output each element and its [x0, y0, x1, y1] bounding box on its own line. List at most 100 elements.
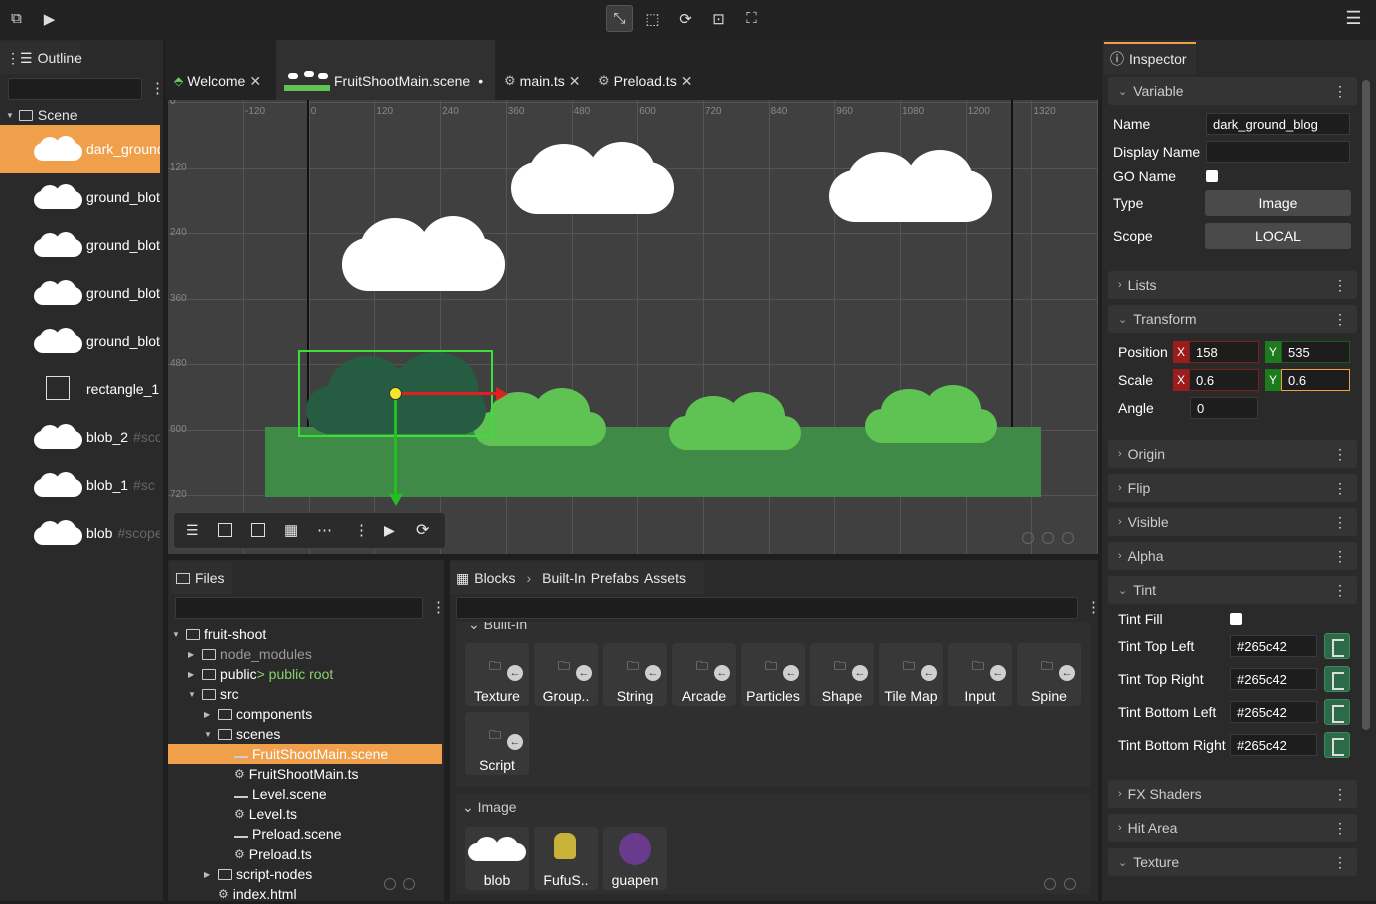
tint-fill-checkbox[interactable] — [1230, 613, 1242, 625]
files-search-input[interactable] — [175, 597, 423, 619]
expand-arrow-icon[interactable]: ▼ — [172, 630, 182, 639]
file-tree-item[interactable]: ▶ components — [168, 704, 442, 724]
tab-fruitshootmain[interactable]: FruitShootMain.scene • — [276, 40, 495, 100]
color-picker-icon[interactable] — [1324, 699, 1350, 725]
expand-arrow-icon[interactable]: ▼ — [188, 690, 198, 699]
files-tab[interactable]: Files — [170, 562, 232, 594]
color-picker-icon[interactable] — [1324, 633, 1350, 659]
play-scene-icon[interactable]: ▶ — [384, 522, 395, 539]
builtin-block[interactable]: 🗀 ← Script — [465, 712, 529, 775]
section-menu-icon[interactable]: ⋮ — [1333, 514, 1347, 531]
zoom-select-icon[interactable]: ⊡ — [705, 5, 732, 32]
image-block-guapen[interactable]: guapen — [603, 827, 667, 890]
image-block-fufus[interactable]: FufuS.. — [534, 827, 598, 890]
builtin-block[interactable]: 🗀 ← Tile Map — [879, 643, 943, 706]
close-icon[interactable]: ✕ — [569, 73, 581, 90]
section-menu-icon[interactable]: ⋮ — [1333, 854, 1347, 871]
file-tree-item[interactable]: ▼ src — [168, 684, 442, 704]
section-menu-icon[interactable]: ⋮ — [1333, 311, 1347, 328]
builtin-block[interactable]: 🗀 ← String — [603, 643, 667, 706]
y-axis-arrow-icon[interactable] — [389, 494, 403, 506]
files-menu-icon[interactable]: ⋮ — [431, 600, 446, 616]
file-tree-item[interactable]: ▼ fruit-shoot — [168, 624, 442, 644]
blocks-search-input[interactable] — [456, 597, 1078, 619]
blocks-tab[interactable]: ▦ Blocks › Built-In Prefabs Assets — [450, 562, 704, 594]
section-menu-icon[interactable]: ⋮ — [1333, 446, 1347, 463]
cloud-image[interactable] — [829, 150, 992, 222]
outline-search-input[interactable] — [8, 78, 142, 100]
zoom-out-icon[interactable] — [1064, 878, 1076, 890]
outline-menu-icon[interactable]: ⋮ — [150, 81, 165, 97]
blocks-menu-icon[interactable]: ⋮ — [1086, 600, 1101, 616]
file-tree-item[interactable]: ▶ script-nodes — [168, 864, 442, 884]
builtin-section-header[interactable]: ⌄ Built-In — [468, 622, 527, 633]
outline-item[interactable]: ground_blot — [0, 269, 160, 317]
section-hit-area[interactable]: › Hit Area ⋮ — [1108, 814, 1357, 842]
layout-panel-icon[interactable] — [218, 523, 232, 537]
outline-item[interactable]: blob_1 #sc — [0, 461, 160, 509]
frame-icon[interactable] — [251, 523, 265, 537]
tab-main-ts[interactable]: ⚙ main.ts ✕ — [504, 40, 594, 100]
expand-arrow-icon[interactable]: ▶ — [204, 710, 214, 719]
ground-blot-image[interactable] — [865, 385, 997, 443]
image-block-blob[interactable]: blob — [465, 827, 529, 890]
section-origin[interactable]: › Origin ⋮ — [1108, 440, 1357, 468]
close-icon[interactable]: ✕ — [681, 73, 693, 90]
cloud-image[interactable] — [342, 216, 505, 291]
zoom-out-icon[interactable] — [403, 878, 415, 890]
position-y-input[interactable]: 535 — [1281, 341, 1350, 363]
section-alpha[interactable]: › Alpha ⋮ — [1108, 542, 1357, 570]
menu-icon[interactable]: ☰ — [1340, 5, 1367, 32]
scale-x-input[interactable]: 0.6 — [1189, 369, 1259, 391]
builtin-block[interactable]: 🗀 ← Arcade — [672, 643, 736, 706]
section-menu-icon[interactable]: ⋮ — [1333, 480, 1347, 497]
ground-blot-image[interactable] — [474, 388, 606, 446]
zoom-in-icon[interactable] — [1022, 532, 1034, 544]
x-axis-arrow-icon[interactable] — [496, 387, 508, 401]
tint-bottom-left-input[interactable]: #265c42 — [1230, 701, 1317, 723]
inspector-scrollbar[interactable] — [1362, 80, 1370, 730]
outline-item[interactable]: dark_ground — [0, 125, 160, 173]
pivot-handle[interactable] — [389, 387, 402, 400]
builtin-block[interactable]: 🗀 ← Shape — [810, 643, 874, 706]
expand-arrow-icon[interactable]: ▶ — [188, 670, 198, 679]
scene-viewport[interactable]: -120 0 120 240 360 480 600 720 840 960 1080 1200 132… — [168, 100, 1098, 554]
tab-welcome[interactable]: ⬘ Welcome ✕ — [174, 40, 278, 100]
close-icon[interactable]: ✕ — [249, 73, 261, 90]
file-tree-item[interactable]: ⚙ FruitShootMain.ts — [168, 764, 442, 784]
angle-input[interactable]: 0 — [1190, 397, 1258, 419]
section-lists[interactable]: › Lists ⋮ — [1108, 271, 1357, 299]
builtin-block[interactable]: 🗀 ← Spine — [1017, 643, 1081, 706]
zoom-in-icon[interactable] — [1044, 878, 1056, 890]
builtin-block[interactable]: 🗀 ← Particles — [741, 643, 805, 706]
outline-item[interactable]: blob #scope — [0, 509, 160, 557]
file-tree-item[interactable]: ▶ node_modules — [168, 644, 442, 664]
section-flip[interactable]: › Flip ⋮ — [1108, 474, 1357, 502]
position-x-input[interactable]: 158 — [1189, 341, 1259, 363]
play-icon[interactable]: ▶ — [36, 5, 63, 32]
section-fx-shaders[interactable]: › FX Shaders ⋮ — [1108, 780, 1357, 808]
ground-blot-image[interactable] — [669, 392, 801, 450]
scope-button[interactable]: LOCAL — [1205, 223, 1351, 249]
section-tint[interactable]: ⌄ Tint ⋮ — [1108, 576, 1357, 604]
file-tree-item[interactable]: ▼ scenes — [168, 724, 442, 744]
breadcrumb-builtin[interactable]: Built-In — [542, 570, 586, 586]
type-button[interactable]: Image — [1205, 190, 1351, 216]
y-axis-handle[interactable] — [394, 394, 397, 494]
builtin-block[interactable]: 🗀 ← Group.. — [534, 643, 598, 706]
rotate-tool-icon[interactable]: ⟳ — [672, 5, 699, 32]
section-menu-icon[interactable]: ⋮ — [1333, 820, 1347, 837]
translate-tool-icon[interactable]: ⤡ — [606, 5, 633, 32]
tint-top-right-input[interactable]: #265c42 — [1230, 668, 1317, 690]
more-vertical-icon[interactable]: ⋮ — [354, 521, 369, 539]
resize-tool-icon[interactable]: ⬚ — [639, 5, 666, 32]
collapse-arrow-icon[interactable]: ▼ — [6, 111, 14, 120]
inspector-tab[interactable]: ⓘ Inspector — [1104, 42, 1196, 74]
outline-item[interactable]: ground_blot — [0, 221, 160, 269]
section-visible[interactable]: › Visible ⋮ — [1108, 508, 1357, 536]
outline-item[interactable]: ground_blot — [0, 317, 160, 365]
name-input[interactable]: dark_ground_blog — [1206, 113, 1350, 135]
file-tree-item[interactable]: ⚙ Preload.ts — [168, 844, 442, 864]
outline-item[interactable]: ground_blot — [0, 173, 160, 221]
file-tree-item[interactable]: FruitShootMain.scene — [168, 744, 442, 764]
